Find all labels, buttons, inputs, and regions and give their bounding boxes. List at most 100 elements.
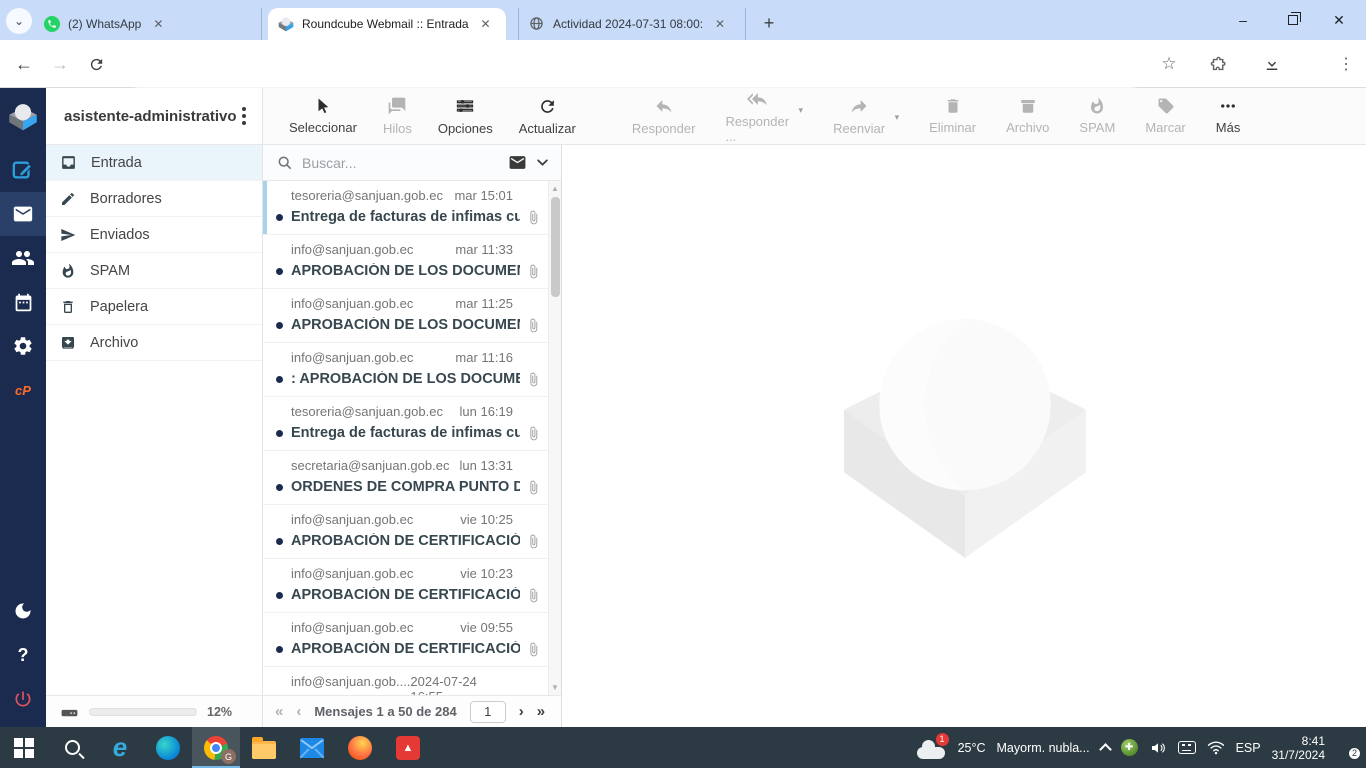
reload-button[interactable] <box>84 52 108 76</box>
browser-navbar: ← → webmail.sanjuan.gob.ec/cpsess9729797… <box>0 40 1366 121</box>
message-row[interactable]: info@sanjuan.gob.ec mar 11:25 APROBACIÓN … <box>263 289 561 343</box>
taskbar-firefox-button[interactable] <box>336 727 384 768</box>
restore-button[interactable] <box>1270 0 1316 40</box>
sidebar-item-borradores[interactable]: Borradores <box>46 181 262 217</box>
scroll-up-icon[interactable]: ▲ <box>549 184 561 193</box>
taskbar-edge-button[interactable] <box>144 727 192 768</box>
message-row[interactable]: info@sanjuan.gob.ec mar 11:16 : APROBACIÓ… <box>263 343 561 397</box>
tab-close-icon[interactable]: ✕ <box>715 17 725 31</box>
taskbar-clock[interactable]: 8:41 31/7/2024 <box>1272 734 1325 762</box>
message-row[interactable]: info@sanjuan.gob.ec mar 11:33 APROBACIÓN … <box>263 235 561 289</box>
search-bar[interactable]: Buscar... <box>263 145 561 181</box>
clock-date: 31/7/2024 <box>1271 747 1325 762</box>
cpanel-nav-button[interactable]: cP <box>0 368 46 412</box>
tab-whatsapp[interactable]: (2) WhatsApp ✕ <box>34 8 262 40</box>
message-row[interactable]: tesoreria@sanjuan.gob.ec lun 16:19 Entreg… <box>263 397 561 451</box>
taskbar-acrobat-button[interactable]: ▲ <box>384 727 432 768</box>
calendar-nav-button[interactable] <box>0 280 46 324</box>
tab-actividad[interactable]: Actividad 2024-07-31 08:00:00 ✕ <box>518 8 746 40</box>
account-menu-icon[interactable] <box>236 103 252 129</box>
back-button[interactable]: ← <box>12 52 36 76</box>
notification-center-button[interactable]: 2 <box>1336 740 1361 760</box>
archive-icon <box>62 336 74 349</box>
tray-expand-icon[interactable] <box>1098 743 1112 756</box>
refresh-button[interactable]: Actualizar <box>519 97 576 136</box>
touch-keyboard-icon[interactable] <box>1177 741 1196 754</box>
reply-all-button[interactable]: Responder ... ▾ <box>725 89 803 144</box>
search-scope-envelope-icon[interactable] <box>508 153 527 172</box>
settings-nav-button[interactable] <box>0 324 46 368</box>
threads-button[interactable]: Hilos <box>383 96 412 136</box>
taskbar-search-button[interactable] <box>48 727 96 768</box>
antivirus-tray-icon[interactable]: ✚ <box>1120 739 1138 756</box>
browser-menu-icon[interactable]: ⋮ <box>1334 52 1358 76</box>
wifi-icon[interactable] <box>1207 740 1225 755</box>
weather-widget[interactable]: 1 <box>916 732 949 759</box>
message-row[interactable]: secretaria@sanjuan.gob.ec lun 13:31 ORDEN… <box>263 451 561 505</box>
taskbar-explorer-button[interactable] <box>240 727 288 768</box>
list-scrollbar[interactable]: ▲ ▼ <box>548 181 561 695</box>
weather-temp[interactable]: 25°C <box>958 741 986 755</box>
sidebar-item-enviados[interactable]: Enviados <box>46 217 262 253</box>
moon-icon <box>15 603 31 619</box>
sidebar-item-entrada[interactable]: Entrada <box>46 145 262 181</box>
close-window-button[interactable]: ✕ <box>1316 0 1362 40</box>
message-row[interactable]: tesoreria@sanjuan.gob.ec mar 15:01 Entreg… <box>263 181 561 235</box>
options-button[interactable]: Opciones <box>438 96 493 136</box>
caret-down-icon[interactable]: ▾ <box>799 105 804 116</box>
taskbar-mail-button[interactable] <box>288 727 336 768</box>
volume-icon[interactable] <box>1149 740 1167 756</box>
search-options-chevron-icon[interactable] <box>536 156 549 169</box>
downloads-icon[interactable] <box>1260 52 1284 76</box>
reply-button[interactable]: Responder <box>632 96 695 136</box>
tab-close-icon[interactable]: ✕ <box>481 17 491 31</box>
preview-pane <box>563 146 1366 727</box>
forward-button[interactable]: → <box>48 52 72 76</box>
help-button[interactable]: ? <box>0 633 46 677</box>
first-page-button[interactable]: « <box>275 703 283 720</box>
message-row[interactable]: info@sanjuan.gob.ec vie 09:55 APROBACIÓN … <box>263 613 561 667</box>
language-indicator[interactable]: ESP <box>1236 741 1261 755</box>
taskbar-ie-button[interactable]: e <box>96 727 144 768</box>
message-subject: Entrega de facturas de infimas cu... <box>291 425 520 441</box>
weather-desc[interactable]: Mayorm. nubla... <box>997 741 1090 755</box>
taskbar-chrome-button[interactable]: G <box>192 727 240 768</box>
forward-button[interactable]: Reenviar ▾ <box>833 96 899 136</box>
unread-dot <box>276 645 283 653</box>
sidebar-item-archivo[interactable]: Archivo <box>46 325 262 361</box>
sidebar-item-spam[interactable]: SPAM <box>46 253 262 289</box>
mark-button[interactable]: Marcar <box>1145 97 1186 135</box>
page-number-input[interactable]: 1 <box>469 700 506 723</box>
minimize-button[interactable]: – <box>1220 0 1266 40</box>
tab-roundcube[interactable]: Roundcube Webmail :: Entrada ✕ <box>268 8 506 40</box>
prev-page-button[interactable]: ‹ <box>296 703 301 720</box>
sidebar-item-papelera[interactable]: Papelera <box>46 289 262 325</box>
logout-button[interactable] <box>0 677 46 721</box>
scrollbar-thumb[interactable] <box>551 197 560 297</box>
more-button[interactable]: Más <box>1216 97 1240 135</box>
bookmark-star-icon[interactable]: ☆ <box>1157 52 1181 76</box>
dark-mode-button[interactable] <box>0 589 46 633</box>
new-tab-button[interactable]: + <box>756 10 782 36</box>
delete-button[interactable]: Eliminar <box>929 97 976 135</box>
last-page-button[interactable]: » <box>537 703 545 720</box>
message-row[interactable]: info@sanjuan.gob.ec vie 10:23 APROBACIÓN … <box>263 559 561 613</box>
cloud-icon <box>916 739 945 759</box>
attachment-icon <box>530 534 538 548</box>
next-page-button[interactable]: › <box>519 703 524 720</box>
message-row[interactable]: info@sanjuan.gob.ec vie 10:25 APROBACIÓN … <box>263 505 561 559</box>
caret-down-icon[interactable]: ▾ <box>895 112 900 123</box>
message-sender: info@sanjuan.gob.ec <box>291 350 414 365</box>
start-button[interactable] <box>0 727 48 768</box>
compose-button[interactable] <box>0 148 46 192</box>
contacts-nav-button[interactable] <box>0 236 46 280</box>
tab-search-button[interactable]: ⌄ <box>6 8 32 34</box>
tab-close-icon[interactable]: ✕ <box>153 17 163 31</box>
mail-nav-button[interactable] <box>0 192 46 236</box>
message-row[interactable]: info@sanjuan.gob....2024-07-24 16:55 <box>263 667 561 695</box>
scroll-down-icon[interactable]: ▼ <box>549 683 561 692</box>
select-button[interactable]: Seleccionar <box>289 97 357 135</box>
extensions-icon[interactable] <box>1206 52 1230 76</box>
archive-button[interactable]: Archivo <box>1006 97 1049 135</box>
spam-button[interactable]: SPAM <box>1079 97 1115 135</box>
